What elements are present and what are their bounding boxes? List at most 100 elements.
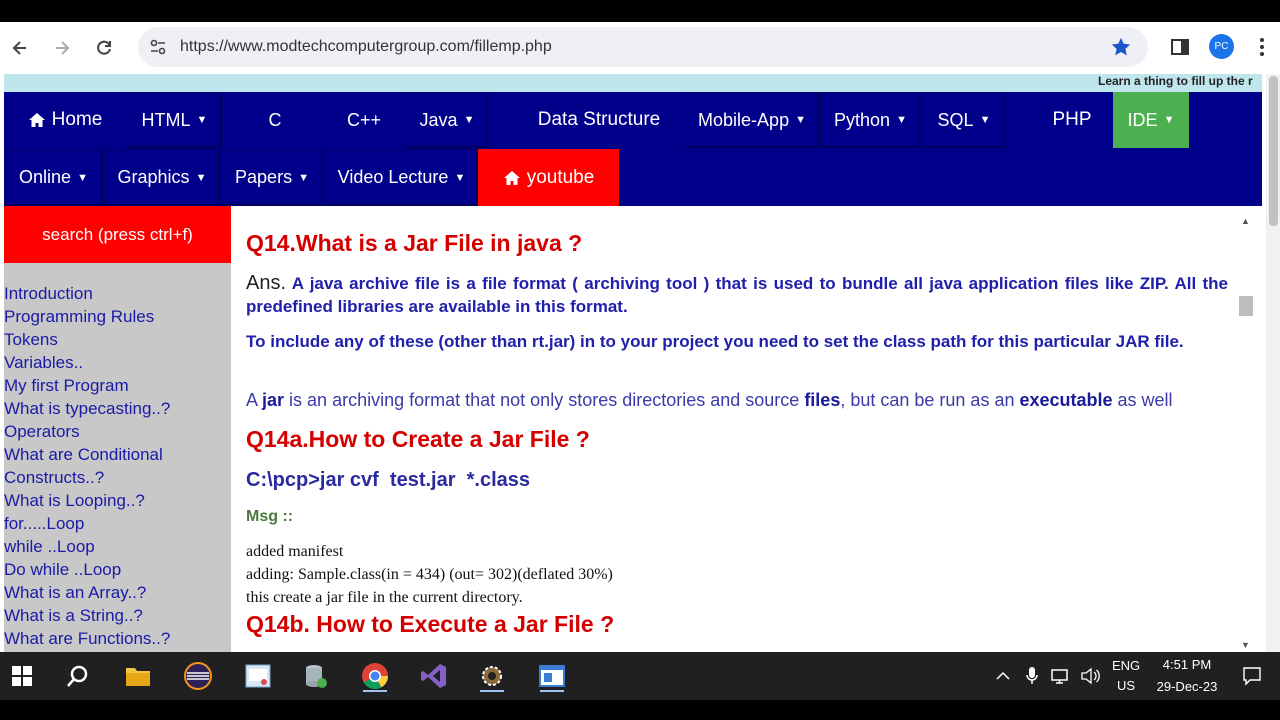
sidebar-links: Introduction Programming Rules Tokens Va… bbox=[4, 282, 231, 650]
caret-down-icon: ▼ bbox=[195, 171, 207, 184]
nav-youtube[interactable]: youtube bbox=[478, 149, 619, 206]
start-button[interactable] bbox=[6, 660, 38, 692]
nav-html-label: HTML bbox=[141, 109, 191, 130]
nav-video-lecture-label: Video Lecture bbox=[337, 167, 449, 187]
nav-video-lecture[interactable]: Video Lecture ▼ bbox=[325, 149, 478, 206]
sidebar-link-programming-rules[interactable]: Programming Rules bbox=[4, 305, 231, 328]
active-indicator bbox=[540, 690, 564, 692]
chrome-button[interactable] bbox=[359, 660, 391, 692]
sidebar-link-constructs[interactable]: Constructs..? bbox=[4, 466, 231, 489]
forward-button[interactable] bbox=[48, 34, 76, 62]
sidebar-link-functions[interactable]: What are Functions..? bbox=[4, 627, 231, 650]
marquee-banner: Learn a thing to fill up the r bbox=[4, 74, 1262, 92]
nav-online-label: Online bbox=[19, 167, 72, 187]
chevron-up-icon bbox=[996, 671, 1010, 680]
scroll-down-icon[interactable]: ▼ bbox=[1241, 640, 1250, 650]
sidebar-link-looping[interactable]: What is Looping..? bbox=[4, 489, 231, 512]
sidebar: search (press ctrl+f) Introduction Progr… bbox=[4, 206, 231, 652]
site-settings-icon[interactable] bbox=[148, 37, 168, 57]
eclipse-icon bbox=[184, 662, 212, 690]
content-scrollbar[interactable]: ▲ ▼ bbox=[1237, 214, 1255, 652]
address-bar[interactable]: https://www.modtechcomputergroup.com/fil… bbox=[138, 27, 1148, 67]
nav-php[interactable]: PHP bbox=[1028, 92, 1116, 148]
tray-volume[interactable] bbox=[1080, 652, 1100, 700]
tray-chevron[interactable] bbox=[995, 652, 1011, 700]
bookmark-star-icon[interactable] bbox=[1110, 36, 1132, 58]
sidebar-link-typecasting[interactable]: What is typecasting..? bbox=[4, 397, 231, 420]
msg-label: Msg :: bbox=[246, 508, 294, 525]
answer-prefix: Ans. bbox=[246, 272, 287, 294]
visual-studio-button[interactable] bbox=[418, 660, 450, 692]
nav-mobile-app[interactable]: Mobile-App ▼ bbox=[685, 92, 819, 148]
back-button[interactable] bbox=[6, 34, 34, 62]
chrome-icon bbox=[362, 663, 389, 690]
settings-app-button[interactable] bbox=[476, 660, 508, 692]
sidebar-link-while-loop[interactable]: while ..Loop bbox=[4, 535, 231, 558]
article-content: Q14.What is a Jar File in java ? Ans. A … bbox=[231, 206, 1237, 652]
q14-answer: Ans. A java archive file is a file forma… bbox=[246, 272, 1228, 318]
caret-down-icon: ▼ bbox=[795, 114, 806, 126]
visual-studio-icon bbox=[421, 664, 446, 688]
tray-network[interactable] bbox=[1051, 652, 1071, 700]
sidebar-link-array[interactable]: What is an Array..? bbox=[4, 581, 231, 604]
scroll-up-icon[interactable]: ▲ bbox=[1241, 216, 1250, 226]
caret-down-icon: ▼ bbox=[1163, 114, 1175, 126]
window-icon bbox=[539, 665, 565, 687]
bottom-letterbox bbox=[0, 700, 1280, 720]
home-icon bbox=[503, 170, 520, 185]
database-app-button[interactable] bbox=[300, 660, 332, 692]
nav-online[interactable]: Online ▼ bbox=[4, 149, 103, 206]
nav-papers[interactable]: Papers ▼ bbox=[221, 149, 323, 206]
caret-down-icon: ▼ bbox=[896, 114, 907, 126]
nav-php-label: PHP bbox=[1052, 109, 1092, 130]
command-line: C:\pcp>jar cvf test.jar *.class bbox=[246, 469, 531, 491]
reload-icon bbox=[97, 40, 111, 55]
sidebar-link-conditional[interactable]: What are Conditional bbox=[4, 443, 231, 466]
nav-home[interactable]: Home bbox=[4, 92, 126, 148]
sidebar-link-operators[interactable]: Operators bbox=[4, 420, 231, 443]
tray-language[interactable]: ENG US bbox=[1112, 652, 1140, 700]
app-window-icon bbox=[245, 664, 271, 688]
side-panel-icon[interactable] bbox=[1168, 35, 1192, 59]
tray-microphone[interactable] bbox=[1025, 652, 1039, 700]
answer-text: A java archive file is a file format ( a… bbox=[246, 274, 1228, 316]
gear-icon bbox=[482, 666, 502, 686]
nav-html[interactable]: HTML ▼ bbox=[127, 92, 222, 148]
nav-python[interactable]: Python ▼ bbox=[820, 92, 921, 148]
more-menu-icon[interactable] bbox=[1252, 35, 1272, 59]
tray-clock[interactable]: 4:51 PM 29-Dec-23 bbox=[1150, 652, 1224, 700]
nav-c[interactable]: C bbox=[223, 92, 327, 148]
sidebar-link-variables[interactable]: Variables.. bbox=[4, 351, 231, 374]
caret-down-icon: ▼ bbox=[196, 114, 208, 126]
reload-button[interactable] bbox=[90, 34, 118, 62]
profile-avatar[interactable]: PC bbox=[1209, 34, 1234, 59]
sidebar-link-tokens[interactable]: Tokens bbox=[4, 328, 231, 351]
sidebar-link-first-program[interactable]: My first Program bbox=[4, 374, 231, 397]
notepad-app-button[interactable] bbox=[242, 660, 274, 692]
search-button[interactable] bbox=[62, 660, 94, 692]
page-scroll-thumb[interactable] bbox=[1269, 76, 1278, 226]
include-paragraph: To include any of these (other than rt.j… bbox=[246, 332, 1184, 351]
nav-graphics-label: Graphics bbox=[117, 167, 190, 187]
sidebar-link-introduction[interactable]: Introduction bbox=[4, 282, 231, 305]
nav-java[interactable]: Java ▼ bbox=[405, 92, 489, 148]
nav-data-structure[interactable]: Data Structure bbox=[504, 92, 694, 148]
nav-ide[interactable]: IDE ▼ bbox=[1113, 92, 1189, 148]
clock-date: 29-Dec-23 bbox=[1156, 679, 1218, 694]
nav-papers-label: Papers bbox=[235, 167, 293, 187]
file-explorer-button[interactable] bbox=[122, 660, 154, 692]
page-scrollbar[interactable] bbox=[1266, 74, 1280, 652]
notifications-button[interactable] bbox=[1242, 652, 1262, 700]
screen: https://www.modtechcomputergroup.com/fil… bbox=[0, 0, 1280, 720]
nav-graphics[interactable]: Graphics ▼ bbox=[104, 149, 220, 206]
content-scroll-thumb[interactable] bbox=[1239, 296, 1253, 316]
jar-desc-text-2: is an archiving format that not only sto… bbox=[284, 390, 805, 410]
nav-sql[interactable]: SQL ▼ bbox=[923, 92, 1005, 148]
sidebar-link-for-loop[interactable]: for.....Loop bbox=[4, 512, 231, 535]
sidebar-link-do-while-loop[interactable]: Do while ..Loop bbox=[4, 558, 231, 581]
window-app-button[interactable] bbox=[536, 660, 568, 692]
eclipse-button[interactable] bbox=[182, 660, 214, 692]
caret-down-icon: ▼ bbox=[77, 171, 88, 184]
sidebar-link-string[interactable]: What is a String..? bbox=[4, 604, 231, 627]
nav-cpp[interactable]: C++ bbox=[319, 92, 409, 148]
